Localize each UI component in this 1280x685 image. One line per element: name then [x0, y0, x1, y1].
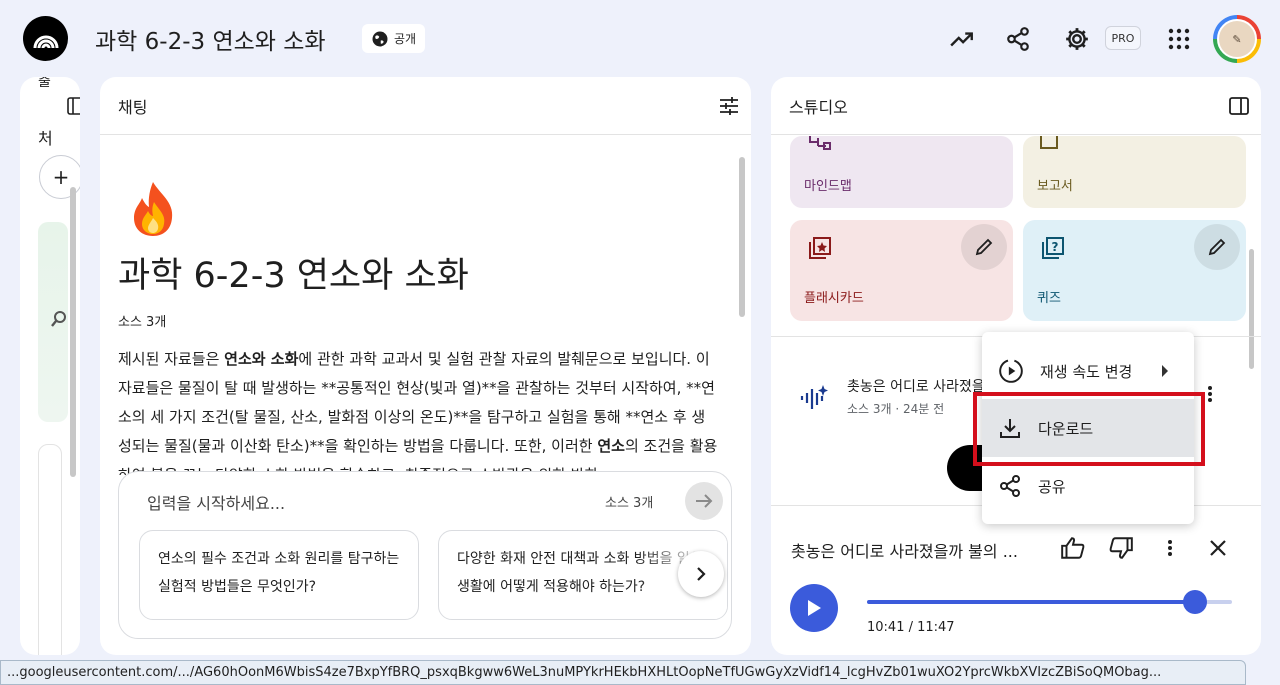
- chat-input-box[interactable]: 입력을 시작하세요... 소스 3개 연소의 필수 조건과 소화 원리를 탐구하…: [118, 471, 732, 639]
- summary-text: 제시된 자료들은: [118, 350, 225, 368]
- globe-icon: [372, 31, 388, 46]
- pencil-icon: [1208, 238, 1226, 256]
- player-title: 촛농은 어디로 사라졌을까 불의 ...: [791, 542, 1018, 561]
- studio-header: 스튜디오: [771, 77, 1261, 135]
- submenu-arrow-icon: [1162, 365, 1168, 377]
- highlight-frame: [973, 392, 1205, 466]
- audio-overview-icon: [799, 383, 829, 417]
- tile-flashcards[interactable]: 플래시카드: [790, 220, 1013, 321]
- chat-scrollbar[interactable]: [739, 157, 745, 317]
- more-vert-icon: [1208, 386, 1212, 402]
- pencil-icon: [975, 238, 993, 256]
- menu-item-label: 공유: [1038, 477, 1066, 496]
- edit-quiz-button[interactable]: [1194, 224, 1240, 270]
- send-button[interactable]: [685, 482, 723, 520]
- chevron-right-icon: [697, 567, 706, 581]
- svg-text:?: ?: [1052, 240, 1059, 254]
- notebook-summary: 제시된 자료들은 연소와 소화에 관한 과학 교과서 및 실험 관찰 자료의 발…: [118, 345, 718, 475]
- menu-item-label: 재생 속도 변경: [1040, 362, 1133, 381]
- app-logo[interactable]: [23, 16, 68, 61]
- source-list-item[interactable]: [38, 444, 62, 655]
- more-vert-icon: [1168, 540, 1172, 556]
- public-label: 공개: [394, 32, 417, 46]
- thumb-up-icon: [1061, 537, 1085, 559]
- chat-notebook-title: 과학 6-2-3 연소와 소화: [118, 256, 469, 296]
- sources-panel: 출 처 +: [20, 77, 80, 655]
- apps-grid-icon: [1168, 28, 1190, 50]
- share-icon: [1000, 475, 1020, 497]
- sources-scrollbar[interactable]: [70, 187, 76, 477]
- playback-time: 10:41 / 11:47: [867, 620, 955, 635]
- play-button[interactable]: [790, 584, 838, 632]
- dislike-button[interactable]: [1106, 533, 1136, 563]
- tile-report[interactable]: 보고서: [1023, 136, 1246, 208]
- summary-bold: 연소와 소화: [224, 350, 299, 368]
- studio-scrollbar[interactable]: [1249, 249, 1254, 369]
- close-player-button[interactable]: [1203, 533, 1233, 563]
- share-icon: [1007, 27, 1029, 51]
- tile-mindmap[interactable]: 마인드맵: [790, 136, 1013, 208]
- tile-label: 플래시카드: [804, 291, 864, 306]
- close-icon: [1210, 540, 1226, 556]
- tile-label: 마인드맵: [804, 179, 852, 194]
- studio-panel-toggle[interactable]: [1229, 96, 1249, 120]
- flashcards-icon: [809, 237, 831, 259]
- avatar-image: ✎: [1217, 19, 1257, 59]
- suggested-question[interactable]: 연소의 필수 조건과 소화 원리를 탐구하는 실험적 방법들은 무엇인가?: [139, 530, 419, 620]
- pro-badge: PRO: [1105, 26, 1141, 50]
- chat-input-placeholder[interactable]: 입력을 시작하세요...: [147, 490, 285, 514]
- quiz-icon: ?: [1042, 237, 1064, 259]
- suggestions-next-button[interactable]: [678, 551, 724, 597]
- share-public-button[interactable]: 공개: [362, 24, 426, 53]
- sources-panel-label: 처: [38, 129, 53, 148]
- tile-label: 퀴즈: [1037, 291, 1061, 306]
- notebook-logo-icon: [33, 35, 58, 48]
- thumb-down-icon: [1109, 537, 1133, 559]
- audio-item-meta: 소스 3개 · 24분 전: [847, 402, 945, 416]
- account-avatar[interactable]: ✎: [1213, 15, 1261, 63]
- fire-emoji-icon: [134, 182, 173, 236]
- edit-flashcards-button[interactable]: [961, 224, 1007, 270]
- settings-button[interactable]: [1062, 24, 1092, 54]
- chat-header-title: 채팅: [118, 97, 148, 117]
- progress-track-filled[interactable]: [867, 600, 1194, 604]
- source-count: 소스 3개: [118, 315, 167, 330]
- sources-panel-toggle[interactable]: [67, 97, 80, 119]
- trending-up-icon: [950, 32, 973, 47]
- chat-panel: 채팅 과학 6-2-3 연소와 소화 소스 3개 제시된 자료들은 연소와 소화…: [100, 77, 751, 655]
- sources-panel-label-top: 출: [38, 77, 51, 90]
- analytics-button[interactable]: [947, 24, 977, 54]
- audio-item-more-button[interactable]: [1207, 385, 1213, 407]
- play-icon: [808, 600, 821, 616]
- mindmap-icon: [809, 136, 831, 150]
- notebook-title[interactable]: 과학 6-2-3 연소와 소화: [95, 22, 326, 56]
- share-button[interactable]: [1003, 24, 1033, 54]
- chat-header: 채팅: [100, 77, 751, 135]
- progress-slider-handle[interactable]: [1183, 590, 1207, 614]
- tune-icon: [720, 97, 738, 115]
- tile-label: 보고서: [1037, 179, 1073, 194]
- apps-button[interactable]: [1164, 24, 1194, 54]
- panel-toggle-icon: [1229, 97, 1249, 115]
- chat-input-source-count: 소스 3개: [605, 496, 654, 511]
- search-icon: [50, 310, 68, 332]
- player-more-button[interactable]: [1155, 533, 1185, 563]
- report-icon: [1040, 136, 1058, 149]
- studio-header-title: 스튜디오: [789, 97, 848, 117]
- chat-settings-button[interactable]: [719, 96, 739, 120]
- link-status-bar: ...googleusercontent.com/.../AG60hOonM6W…: [0, 660, 1246, 685]
- panel-toggle-icon: [67, 97, 80, 115]
- playback-speed-icon: [999, 359, 1023, 383]
- gear-icon: [1066, 28, 1088, 50]
- arrow-right-icon: [696, 494, 713, 508]
- like-button[interactable]: [1058, 533, 1088, 563]
- summary-bold: 연소: [597, 437, 625, 455]
- tile-quiz[interactable]: ? 퀴즈: [1023, 220, 1246, 321]
